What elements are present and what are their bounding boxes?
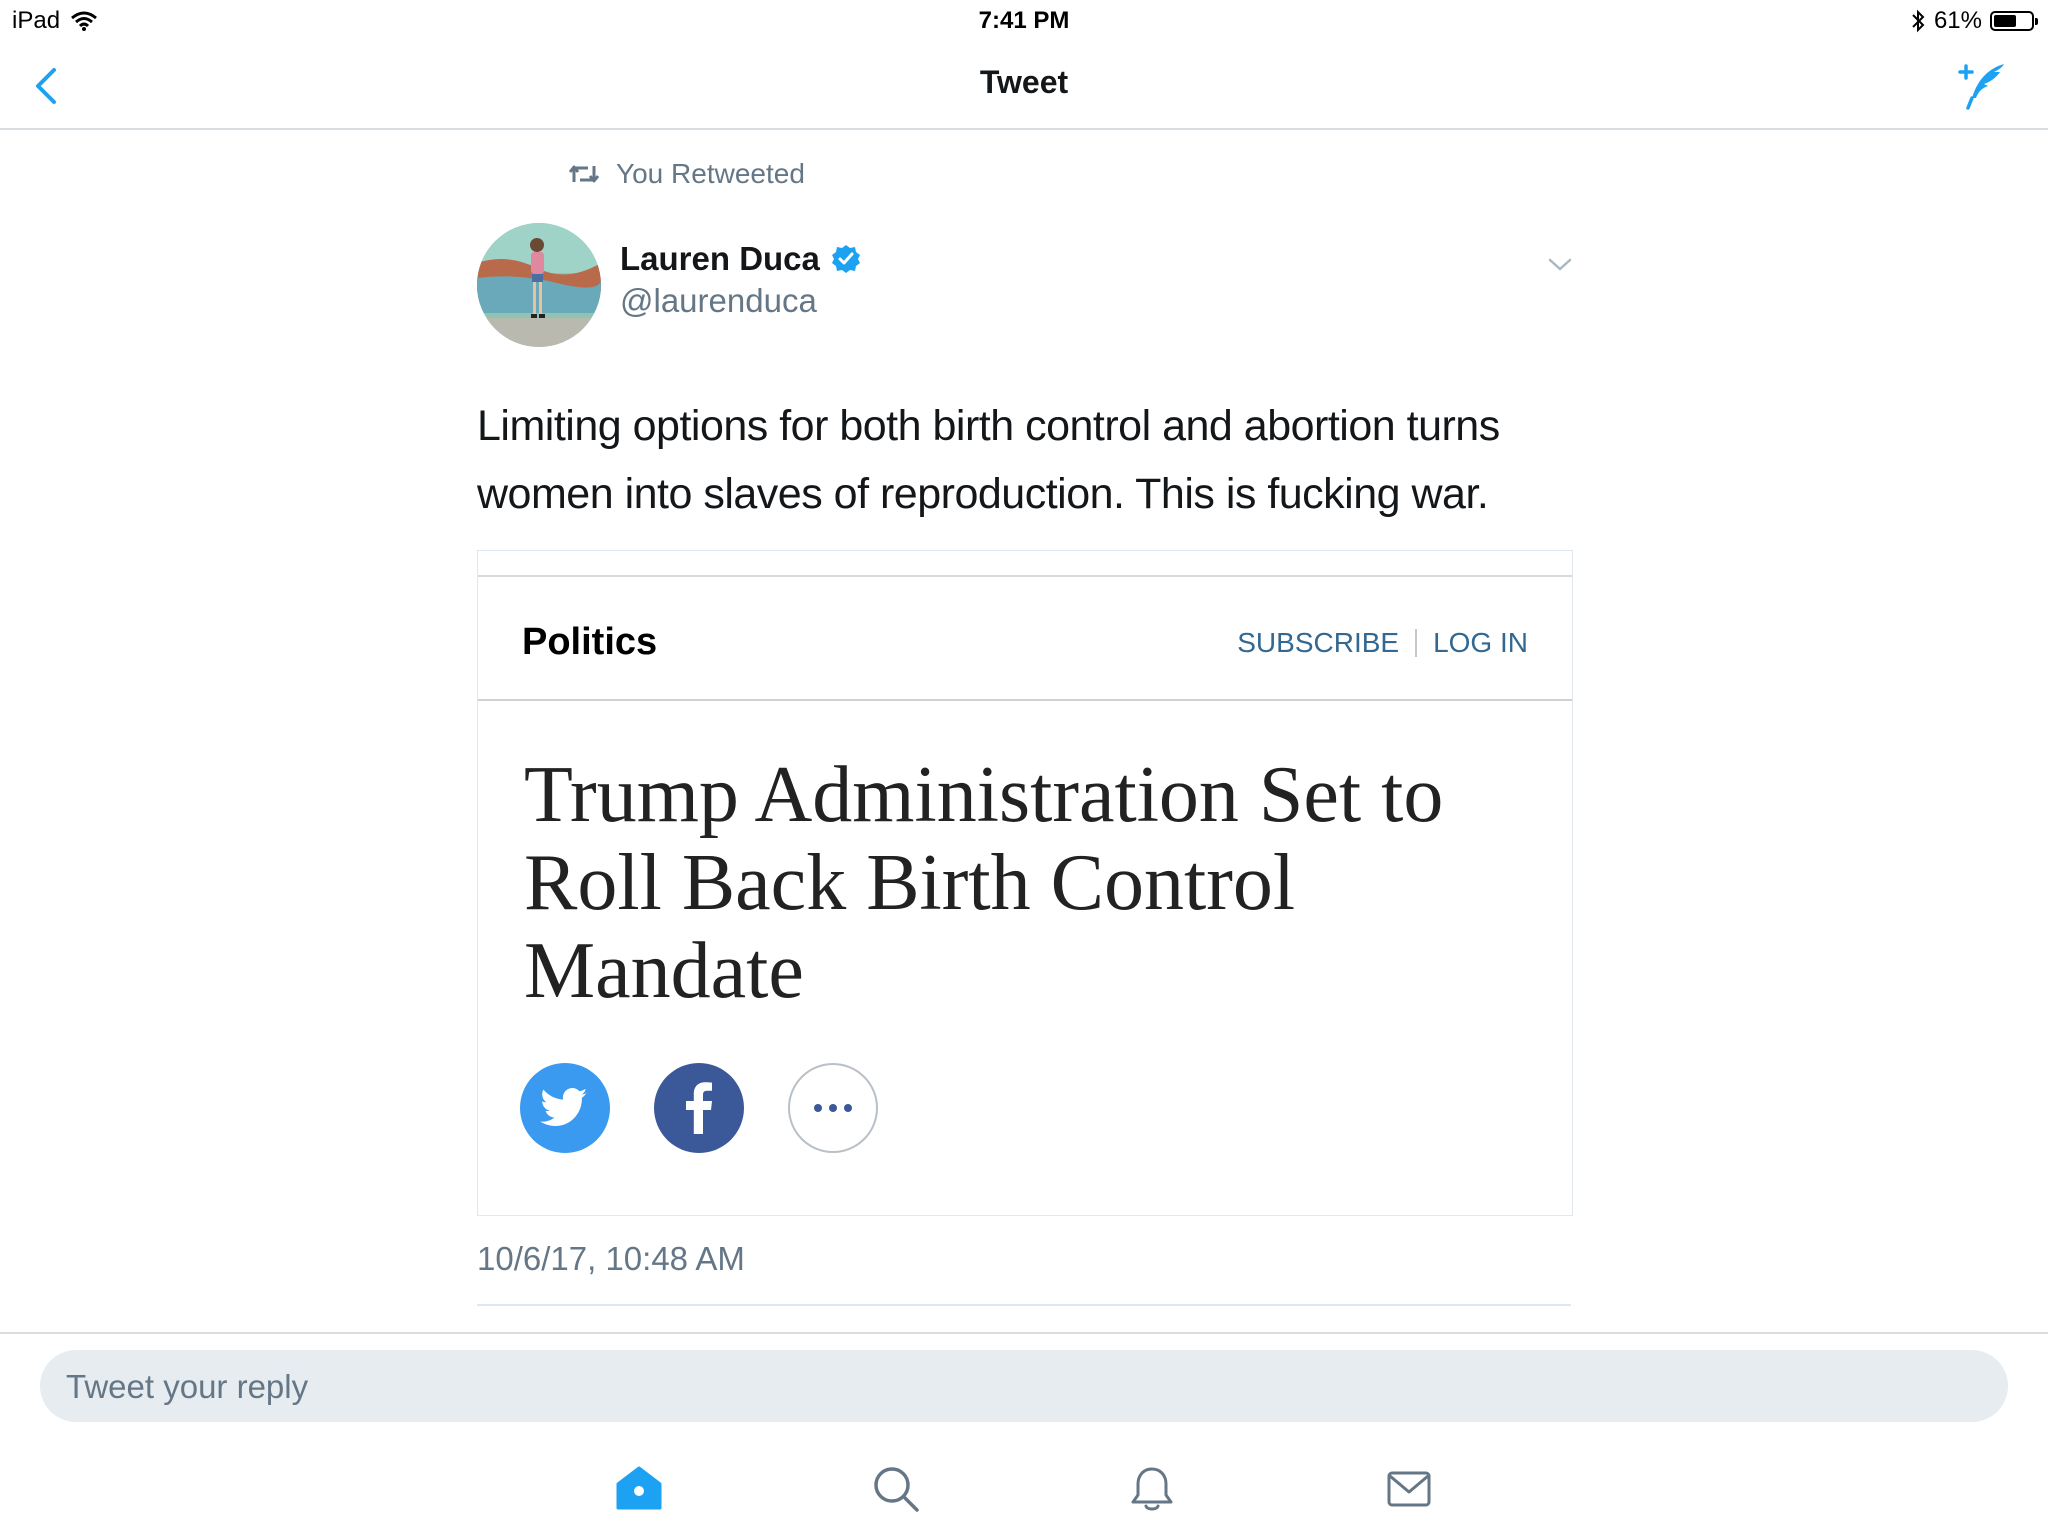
home-icon — [616, 1466, 662, 1510]
twitter-share-button — [520, 1063, 610, 1153]
avatar[interactable] — [477, 223, 601, 347]
battery-icon — [1990, 11, 2038, 31]
share-buttons — [520, 1063, 878, 1153]
compose-tweet-icon — [1958, 64, 2004, 110]
subscribe-link: SUBSCRIBE — [1237, 627, 1400, 658]
link-separator — [1415, 629, 1418, 657]
bluetooth-icon — [1912, 9, 1925, 33]
reply-placeholder: Tweet your reply — [66, 1368, 309, 1405]
search-icon — [874, 1467, 919, 1512]
status-time: 7:41 PM — [978, 7, 1070, 34]
user-handle[interactable]: @laurenduca — [620, 282, 817, 320]
card-header: Politics SUBSCRIBE LOG IN — [478, 577, 1572, 701]
status-right: 61% — [1910, 7, 2038, 35]
tweet-options-button[interactable] — [1546, 252, 1574, 276]
tab-home[interactable] — [614, 1464, 664, 1514]
tweet-text: Limiting options for both birth control … — [477, 402, 1500, 518]
login-link: LOG IN — [1433, 627, 1528, 658]
avatar-image — [477, 223, 601, 347]
article-headline: Trump Administration Set to Roll Back Bi… — [524, 751, 1444, 1015]
reply-divider — [0, 1332, 2048, 1334]
retweet-context: You Retweeted — [568, 158, 805, 190]
tweet-timestamp: 10/6/17, 10:48 AM — [477, 1240, 745, 1277]
user-display-name: Lauren Duca — [620, 240, 820, 277]
twitter-icon — [540, 1087, 588, 1126]
user-name[interactable]: Lauren Duca — [620, 240, 862, 278]
tab-notifications[interactable] — [1127, 1464, 1177, 1514]
battery-percent: 61% — [1933, 7, 1982, 34]
chevron-down-icon — [1548, 258, 1572, 271]
mail-icon — [1387, 1471, 1431, 1507]
more-icon — [814, 1104, 852, 1112]
retweet-icon — [568, 165, 600, 183]
tab-messages[interactable] — [1384, 1464, 1434, 1514]
facebook-share-button — [654, 1063, 744, 1153]
compose-tweet-button[interactable] — [1956, 58, 2012, 114]
navigation-bar: Tweet — [0, 44, 2048, 130]
reply-input[interactable]: Tweet your reply — [40, 1350, 2008, 1422]
page-title: Tweet — [979, 64, 1069, 100]
verified-badge-icon — [831, 245, 860, 273]
tab-bar — [0, 1440, 2048, 1536]
tweet-divider — [477, 1304, 1571, 1306]
more-share-button — [788, 1063, 878, 1153]
retweet-label: You Retweeted — [616, 158, 805, 189]
status-bar: iPad 7:41 PM 61% — [0, 0, 2048, 44]
tweet-media-card[interactable]: Politics SUBSCRIBE LOG IN Trump Administ… — [477, 550, 1573, 1216]
facebook-icon — [686, 1082, 712, 1134]
card-section-title: Politics — [522, 621, 658, 663]
bell-icon — [1131, 1467, 1173, 1511]
tab-search[interactable] — [871, 1464, 921, 1514]
card-header-links: SUBSCRIBE LOG IN — [1237, 627, 1528, 659]
